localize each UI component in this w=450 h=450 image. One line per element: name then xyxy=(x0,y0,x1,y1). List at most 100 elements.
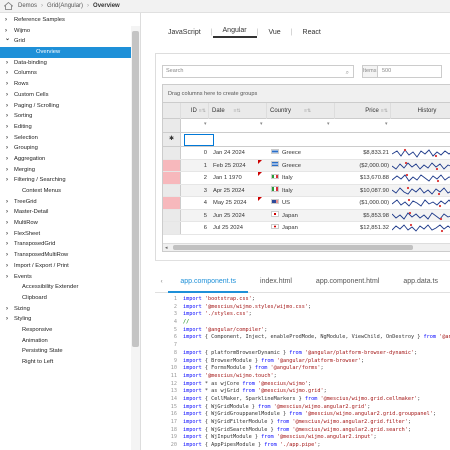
sidebar-item-persisting-state[interactable]: Persisting State xyxy=(0,346,140,357)
sidebar-item-filtering-searching[interactable]: › Filtering / Searching xyxy=(0,175,140,186)
cell-id[interactable]: 6 xyxy=(181,222,207,235)
cell-date[interactable]: Feb 25 2024 xyxy=(213,160,246,173)
cell-date[interactable]: Apr 25 2024 xyxy=(213,185,245,198)
breadcrumb-demos[interactable]: Demos xyxy=(18,3,37,9)
filter-icon[interactable]: ≡⇅ xyxy=(293,108,311,114)
grid-horizontal-scrollbar[interactable]: ◂ xyxy=(163,243,450,251)
sidebar-item-grid[interactable]: ⌄ Grid xyxy=(0,36,140,47)
sidebar-item-flexsheet[interactable]: › FlexSheet xyxy=(0,229,140,240)
table-row[interactable]: 2 Jan 1 1970 Italy $13,670.88 xyxy=(163,172,450,185)
sidebar-item-right-to-left[interactable]: Right to Left xyxy=(0,357,140,368)
column-header-id[interactable]: ID ≡⇅ xyxy=(181,103,209,119)
tab-index-html[interactable]: index.html xyxy=(248,271,304,293)
table-row[interactable]: 1 Feb 25 2024 Greece ($2,000.00) xyxy=(163,159,450,173)
cell-country[interactable]: Greece xyxy=(271,160,301,173)
cell-id[interactable]: 2 xyxy=(181,172,207,185)
sidebar-item-wijmo[interactable]: › Wijmo xyxy=(0,26,140,37)
sidebar-item-columns[interactable]: › Columns xyxy=(0,68,140,79)
filter-dropdown-icon[interactable]: ▾ xyxy=(260,121,263,127)
sidebar-item-aggregation[interactable]: › Aggregation xyxy=(0,154,140,165)
cell-country[interactable]: Greece xyxy=(271,147,301,160)
tab-app-component-ts[interactable]: app.component.ts xyxy=(168,271,249,293)
tab-react[interactable]: React xyxy=(293,29,331,36)
group-panel[interactable]: Drag columns here to create groups xyxy=(163,85,450,103)
items-select[interactable]: 500 xyxy=(377,65,442,78)
cell-price[interactable]: ($2,000.00) xyxy=(335,160,389,173)
sidebar-item-responsive[interactable]: Responsive xyxy=(0,325,140,336)
home-icon[interactable] xyxy=(4,1,14,11)
filter-icon[interactable]: ≡⇅ xyxy=(381,108,388,114)
row-header[interactable] xyxy=(163,209,181,221)
breadcrumb-grid-angular[interactable]: Grid(Angular) xyxy=(47,3,83,9)
cell-country[interactable]: Japan xyxy=(271,210,298,223)
sidebar-item-editing[interactable]: › Editing xyxy=(0,122,140,133)
table-row[interactable]: 3 Apr 25 2024 Italy $10,087.90 xyxy=(163,184,450,198)
sidebar-item-accessibility-extender[interactable]: Accessibility Extender xyxy=(0,282,140,293)
cell-date[interactable]: Jan 24 2024 xyxy=(213,147,245,160)
filter-dropdown-icon[interactable]: ▾ xyxy=(204,121,207,127)
column-header-country[interactable]: Country ≡⇅ xyxy=(267,103,335,119)
sidebar-item-transposedgrid[interactable]: › TransposedGrid xyxy=(0,239,140,250)
filter-icon[interactable]: ≡⇅ xyxy=(199,108,206,114)
row-header[interactable] xyxy=(163,222,181,234)
row-header[interactable] xyxy=(163,172,181,184)
cell-price[interactable]: $8,833.21 xyxy=(335,147,389,160)
sidebar-item-transposedmultirow[interactable]: › TransposedMultiRow xyxy=(0,250,140,261)
sidebar-item-grouping[interactable]: › Grouping xyxy=(0,143,140,154)
cell-price[interactable]: $12,851.32 xyxy=(335,222,389,235)
tab-app-component-html[interactable]: app.component.html xyxy=(304,271,391,293)
new-row[interactable]: ✱ xyxy=(163,133,450,147)
sidebar-item-reference-samples[interactable]: › Reference Samples xyxy=(0,15,140,26)
row-header[interactable] xyxy=(163,159,181,171)
sidebar-item-data-binding[interactable]: › Data-binding xyxy=(0,58,140,69)
sidebar-item-master-detail[interactable]: › Master-Detail xyxy=(0,207,140,218)
tab-app-data-ts[interactable]: app.data.ts xyxy=(391,271,450,293)
sidebar-item-selection[interactable]: › Selection xyxy=(0,133,140,144)
row-header[interactable] xyxy=(163,184,181,196)
cell-date[interactable]: Jul 25 2024 xyxy=(213,222,243,235)
cell-price[interactable]: $10,087.90 xyxy=(335,185,389,198)
sidebar-item-treegrid[interactable]: › TreeGrid xyxy=(0,197,140,208)
sidebar-item-sizing[interactable]: › Sizing xyxy=(0,304,140,315)
tab-javascript[interactable]: JavaScript xyxy=(158,29,211,36)
sidebar-item-merging[interactable]: › Merging xyxy=(0,165,140,176)
sidebar-item-multirow[interactable]: › MultiRow xyxy=(0,218,140,229)
flex-grid[interactable]: Drag columns here to create groups ID ≡⇅ … xyxy=(162,84,450,252)
row-header[interactable] xyxy=(163,147,181,159)
cell-date[interactable]: Jun 25 2024 xyxy=(213,210,245,223)
search-input[interactable]: Search ⌕ xyxy=(162,65,354,78)
grid-corner[interactable] xyxy=(163,103,181,119)
cell-price[interactable]: $13,670.88 xyxy=(335,172,389,185)
cell-date[interactable]: May 25 2024 xyxy=(213,197,247,210)
tab-angular[interactable]: Angular xyxy=(212,27,257,38)
cell-id[interactable]: 5 xyxy=(181,210,207,223)
cell-id[interactable]: 1 xyxy=(181,160,207,173)
column-header-history[interactable]: History xyxy=(391,103,450,119)
sidebar-item-sorting[interactable]: › Sorting xyxy=(0,111,140,122)
sidebar-item-rows[interactable]: › Rows xyxy=(0,79,140,90)
sidebar-item-context-menus[interactable]: Context Menus xyxy=(0,186,140,197)
sidebar-item-paging-scrolling[interactable]: › Paging / Scrolling xyxy=(0,101,140,112)
cell-country[interactable]: Italy xyxy=(271,172,293,185)
scroll-left-icon[interactable]: ◂ xyxy=(165,244,168,251)
cell-date[interactable]: Jan 1 1970 xyxy=(213,172,242,185)
sidebar-item-animation[interactable]: Animation xyxy=(0,336,140,347)
column-header-date[interactable]: Date ≡⇅ xyxy=(209,103,267,119)
sidebar-scrollbar-thumb[interactable] xyxy=(132,31,139,347)
sidebar-item-import-export-print[interactable]: › Import / Export / Print xyxy=(0,261,140,272)
cell-price[interactable]: $5,853.98 xyxy=(335,210,389,223)
active-cell-editor[interactable] xyxy=(184,134,214,146)
table-row[interactable]: 5 Jun 25 2024 Japan $5,853.98 xyxy=(163,209,450,223)
cell-price[interactable]: ($1,000.00) xyxy=(335,197,389,210)
filter-icon[interactable]: ≡⇅ xyxy=(227,108,241,114)
code-editor[interactable]: 1 import 'bootstrap.css'; 2 import '@mesciu… xyxy=(155,296,450,450)
cell-id[interactable]: 3 xyxy=(181,185,207,198)
cell-id[interactable]: 0 xyxy=(181,147,207,160)
sidebar-item-custom-cells[interactable]: › Custom Cells xyxy=(0,90,140,101)
cell-id[interactable]: 4 xyxy=(181,197,207,210)
sidebar-item-clipboard[interactable]: Clipboard xyxy=(0,293,140,304)
sidebar-item-styling[interactable]: › Styling xyxy=(0,314,140,325)
tab-vue[interactable]: Vue xyxy=(258,29,290,36)
tabs-scroll-left-icon[interactable]: ‹ xyxy=(155,279,168,285)
filter-dropdown-icon[interactable]: ▾ xyxy=(327,121,330,127)
